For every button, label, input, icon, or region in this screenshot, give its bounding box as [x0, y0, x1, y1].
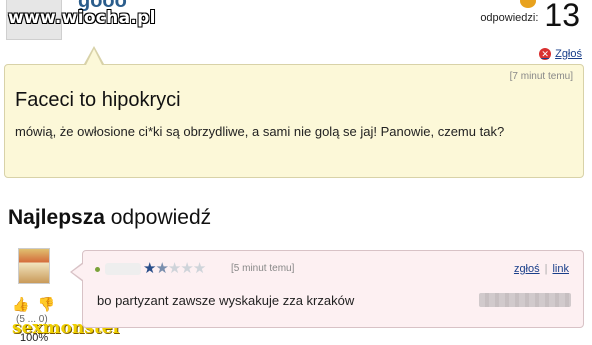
answers-count: 13	[544, 0, 580, 33]
thumb-up-icon[interactable]: 👍	[12, 296, 29, 313]
star-icon: ★	[192, 260, 206, 277]
link-separator: |	[544, 263, 548, 275]
star-icon: ★	[143, 260, 156, 277]
answer-time: [5 minut temu]	[231, 263, 295, 274]
answer-text: bo partyzant zawsze wyskakuje zza krzakó…	[97, 293, 355, 308]
question-time: [7 minut temu]	[509, 71, 573, 82]
question-body: mówią, że owłosione ci*ki są obrzydliwe,…	[15, 124, 505, 139]
blurred-signature	[479, 293, 571, 307]
answer-author-blurred	[105, 263, 141, 275]
best-answer-heading-rest: odpowiedź	[110, 206, 212, 229]
thumb-down-icon[interactable]: 👎	[37, 296, 54, 313]
star-icon: ★	[167, 260, 181, 277]
star-icon: ★	[155, 260, 168, 277]
online-status-icon	[95, 267, 100, 272]
answer-links: zgłoś | link	[514, 263, 569, 275]
star-icon: ★	[180, 260, 193, 277]
answer-bubble: ★★★★★ [5 minut temu] zgłoś | link bo par…	[82, 250, 584, 328]
vote-percent: 100%	[20, 332, 49, 344]
report-icon: ✕	[539, 48, 552, 60]
question-bubble-tail-inner	[86, 49, 102, 65]
best-answer-heading: Najlepsza odpowiedź	[8, 206, 211, 230]
answer-bubble-tail-inner	[72, 264, 83, 280]
question-title: Faceci to hipokryci	[15, 89, 181, 111]
question-bubble: [7 minut temu] Faceci to hipokryci mówią…	[4, 64, 584, 178]
best-answer-heading-bold: Najlepsza	[8, 206, 105, 229]
answers-label: odpowiedzi:	[480, 12, 539, 24]
report-label: Zgłoś	[555, 48, 582, 60]
answer-avatar[interactable]	[18, 248, 50, 284]
answers-counter: odpowiedzi: 13	[480, 0, 580, 33]
rating-stars: ★★★★★	[143, 259, 206, 277]
report-question-button[interactable]: ✕ Zgłoś	[539, 48, 582, 60]
report-answer-link[interactable]: zgłoś	[514, 263, 540, 275]
permalink-link[interactable]: link	[552, 263, 569, 275]
site-watermark: www.wiocha.pl	[8, 8, 156, 28]
vote-buttons: 👍 👎	[12, 296, 55, 313]
